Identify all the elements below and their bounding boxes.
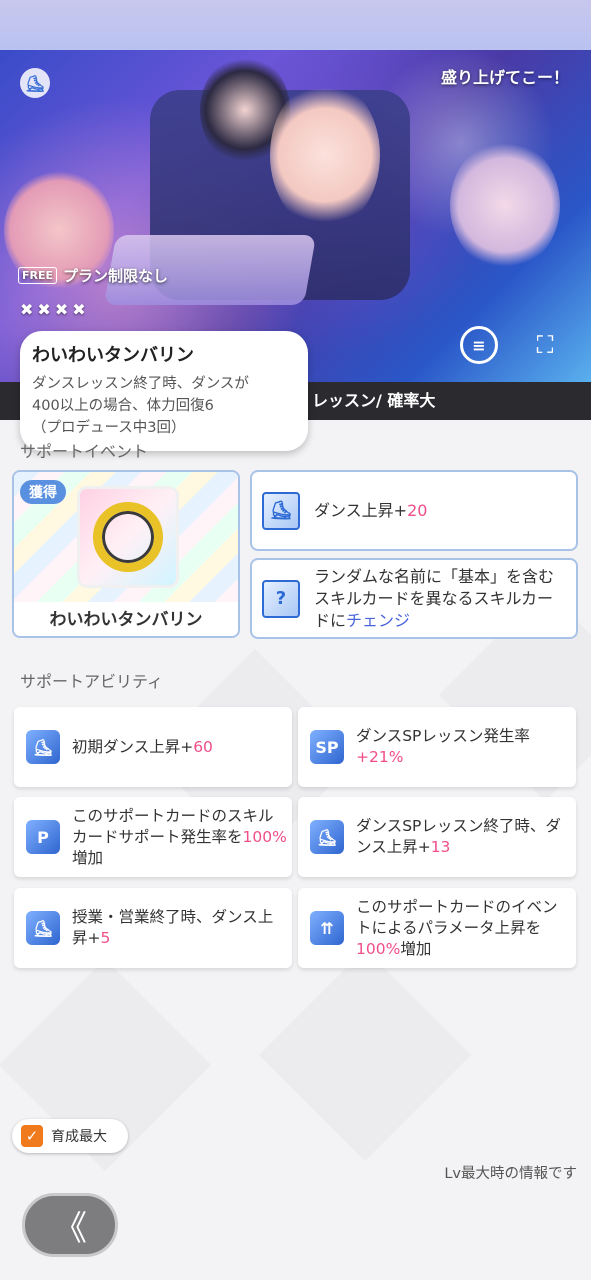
ability-value: 13 bbox=[430, 838, 451, 856]
dance-type-icon: ⛸ bbox=[20, 68, 50, 98]
ability-value: +21% bbox=[356, 748, 404, 766]
chat-icon[interactable]: ≡ bbox=[460, 326, 498, 364]
card-caption: 盛り上げてこー！ bbox=[440, 68, 569, 87]
ability-value: 5 bbox=[100, 929, 111, 947]
illustration-character-3 bbox=[270, 80, 380, 230]
event-item-card[interactable]: 獲得 わいわいタンバリン bbox=[12, 470, 240, 638]
rank-stars: ✖ ✖ ✖ ✖ bbox=[20, 300, 86, 319]
dance-shoe-icon: ⛸ bbox=[26, 730, 60, 764]
ability-text: 初期ダンス上昇+60 bbox=[72, 737, 213, 758]
support-ability-label: サポートアビリティ bbox=[20, 672, 164, 691]
ability-class-end[interactable]: ⛸ 授業・営業終了時、ダンス上昇+5 bbox=[14, 888, 292, 968]
tambourine-icon bbox=[77, 486, 179, 588]
double-chevron-left-icon: 《 bbox=[53, 1208, 87, 1249]
dance-shoe-icon: ⛸ bbox=[310, 820, 344, 854]
ability-text: ダンスSPレッスン発生率 +21% bbox=[356, 726, 576, 768]
tooltip-body: ダンスレッスン終了時、ダンスが 400以上の場合、体力回復6 （プロデュース中3… bbox=[32, 373, 296, 439]
ability-text: このサポートカードのイベントによるパラメータ上昇を 100%増加 bbox=[356, 897, 571, 960]
item-tooltip: わいわいタンバリン ダンスレッスン終了時、ダンスが 400以上の場合、体力回復6… bbox=[20, 331, 308, 451]
event-dance-up-value: 20 bbox=[407, 500, 428, 520]
support-event-label: サポートイベント bbox=[20, 442, 149, 458]
ability-initial-dance[interactable]: ⛸ 初期ダンス上昇+60 bbox=[14, 707, 292, 787]
param-up-icon: ⇈ bbox=[310, 911, 344, 945]
lv-max-note: Lv最大時の情報です bbox=[444, 1166, 577, 1182]
item-name: わいわいタンバリン bbox=[49, 610, 203, 630]
event-dance-up-label: ダンス上昇+ bbox=[314, 500, 408, 520]
ability-text: このサポートカードのスキルカードサポート発生率を100%増加 bbox=[72, 806, 287, 869]
tooltip-title: わいわいタンバリン bbox=[32, 345, 194, 366]
event-skill-change-text: ランダムな名前に「基本」を含むスキルカードを異なるスキルカードにチェンジ bbox=[314, 566, 564, 632]
skill-card-icon: ? bbox=[262, 579, 300, 618]
event-dance-up-text: ダンス上昇+20 bbox=[314, 500, 427, 522]
grow-max-label: 育成最大 bbox=[51, 1129, 107, 1145]
p-sparkle-icon: P bbox=[26, 820, 60, 854]
skill-bar-text: レッスン/ 確率大 bbox=[312, 391, 436, 410]
ability-label: 初期ダンス上昇+ bbox=[72, 737, 194, 756]
ability-sp-rate[interactable]: SP ダンスSPレッスン発生率 +21% bbox=[298, 707, 576, 787]
ability-suffix: 増加 bbox=[72, 848, 104, 867]
dance-shoe-icon: ⛸ bbox=[26, 911, 60, 945]
tooltip-line: 400以上の場合、体力回復6 bbox=[32, 398, 214, 414]
plan-badge: FREE プラン制限なし bbox=[18, 265, 168, 286]
ability-value: 100% bbox=[242, 827, 287, 846]
ability-label: このサポートカードのイベントによるパラメータ上昇を bbox=[356, 897, 558, 937]
back-button[interactable]: 《 bbox=[22, 1193, 118, 1257]
event-change-highlight: チェンジ bbox=[346, 610, 411, 630]
ability-label: ダンスSPレッスン終了時、ダンス上昇+ bbox=[356, 817, 561, 856]
ability-suffix: 増加 bbox=[400, 939, 432, 958]
bg-decoration bbox=[258, 948, 472, 1162]
rank-star-icon: ✖ bbox=[37, 300, 51, 319]
event-dance-up[interactable]: ⛸ ダンス上昇+20 bbox=[250, 470, 578, 551]
tooltip-line: ダンスレッスン終了時、ダンスが bbox=[32, 376, 249, 392]
event-skill-change[interactable]: ? ランダムな名前に「基本」を含むスキルカードを異なるスキルカードにチェンジ bbox=[250, 558, 578, 639]
ability-value: 60 bbox=[193, 737, 213, 756]
tambourine-ring bbox=[93, 502, 163, 572]
ability-sp-lesson-end[interactable]: ⛸ ダンスSPレッスン終了時、ダンス上昇+13 bbox=[298, 797, 576, 877]
ability-skill-support[interactable]: P このサポートカードのスキルカードサポート発生率を100%増加 bbox=[14, 797, 292, 877]
rank-star-icon: ✖ bbox=[54, 300, 69, 319]
plan-text: プラン制限なし bbox=[63, 267, 169, 285]
ability-text: ダンスSPレッスン終了時、ダンス上昇+13 bbox=[356, 816, 571, 858]
illustration-character-4 bbox=[450, 140, 560, 270]
ability-label: ダンスSPレッスン発生率 bbox=[356, 727, 530, 745]
ability-value: 100% bbox=[356, 939, 401, 958]
checkbox-checked-icon[interactable]: ✓ bbox=[21, 1125, 43, 1147]
sp-icon: SP bbox=[310, 730, 344, 764]
tooltip-line: （プロデュース中3回） bbox=[32, 420, 186, 436]
grow-max-toggle[interactable]: ✓ 育成最大 bbox=[12, 1119, 128, 1153]
status-bar bbox=[0, 0, 591, 50]
free-badge: FREE bbox=[18, 267, 58, 284]
rank-star-icon: ✖ bbox=[72, 300, 86, 319]
ability-text: 授業・営業終了時、ダンス上昇+5 bbox=[72, 907, 287, 949]
fullscreen-icon[interactable]: ⛶ bbox=[526, 326, 564, 364]
ability-event-param[interactable]: ⇈ このサポートカードのイベントによるパラメータ上昇を 100%増加 bbox=[298, 888, 576, 968]
dance-shoe-icon: ⛸ bbox=[262, 491, 300, 530]
rank-star-icon: ✖ bbox=[20, 300, 34, 319]
got-badge: 獲得 bbox=[20, 480, 66, 504]
